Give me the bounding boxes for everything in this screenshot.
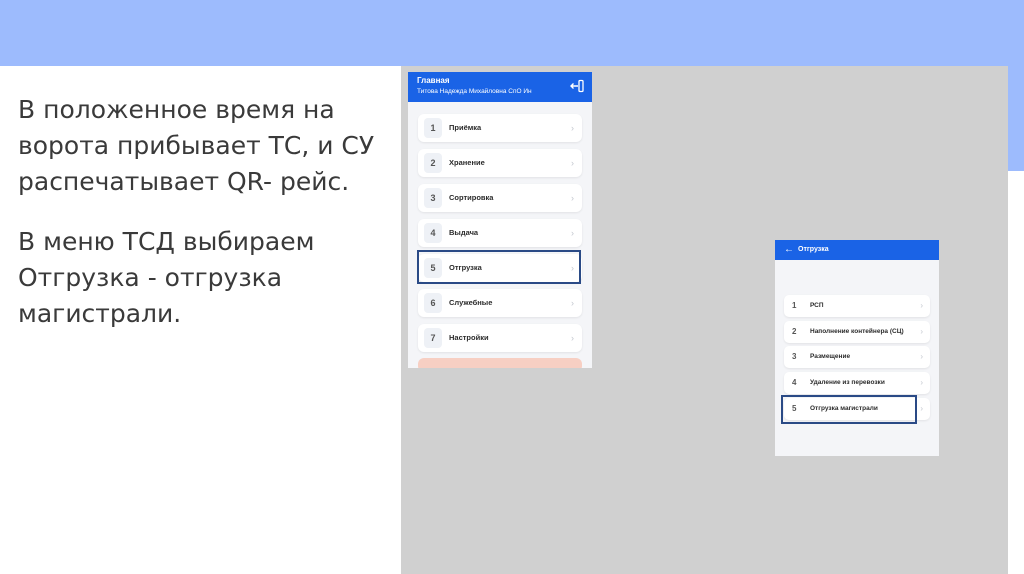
submenu-item-number: 2 — [792, 327, 797, 336]
chevron-right-icon: › — [571, 298, 574, 308]
highlight-otgruzka-magistrali — [781, 395, 917, 424]
submenu-item-label: Удаление из перевозки — [810, 379, 885, 386]
menu-item-label: Настройки — [449, 333, 489, 342]
chevron-right-icon: › — [920, 378, 923, 387]
menu-item-number: 1 — [424, 118, 442, 138]
chevron-right-icon: › — [571, 123, 574, 133]
menu-item-sluzhebnye[interactable]: 6 Служебные › — [418, 289, 582, 317]
arrow-left-icon[interactable]: ← — [784, 242, 794, 258]
menu-item-label: Приёмка — [449, 123, 482, 132]
slide-paragraph-1: В положенное время на ворота прибывает Т… — [18, 95, 375, 196]
menu-item-label: Выдача — [449, 228, 479, 237]
menu-item-number: 4 — [424, 223, 442, 243]
bottom-button-partial[interactable] — [418, 358, 582, 368]
menu-item-number: 6 — [424, 293, 442, 313]
submenu-item-napolnenie[interactable]: 2 Наполнение контейнера (СЦ) › — [784, 321, 930, 343]
menu-item-label: Хранение — [449, 158, 485, 167]
shipping-title: Отгрузка — [798, 246, 829, 253]
menu-item-number: 2 — [424, 153, 442, 173]
submenu-item-label: РСП — [810, 302, 824, 309]
submenu-item-number: 4 — [792, 378, 797, 387]
shipping-header: ← Отгрузка — [775, 240, 939, 260]
user-name: Титова Надежда Михайловна СпО Ин — [417, 88, 532, 95]
decorative-strip — [1008, 66, 1024, 171]
menu-item-label: Сортировка — [449, 193, 494, 202]
chevron-right-icon: › — [920, 327, 923, 336]
menu-item-number: 3 — [424, 188, 442, 208]
menu-item-label: Служебные — [449, 298, 493, 307]
chevron-right-icon: › — [571, 193, 574, 203]
slide-paragraph-2: В меню ТСД выбираем Отгрузка - отгрузка … — [18, 227, 315, 328]
menu-item-nastroyki[interactable]: 7 Настройки › — [418, 324, 582, 352]
main-header: Главная Титова Надежда Михайловна СпО Ин — [408, 72, 592, 102]
submenu-item-rsp[interactable]: 1 РСП › — [784, 295, 930, 317]
submenu-item-number: 1 — [792, 301, 797, 310]
top-banner — [0, 0, 1024, 66]
submenu-item-udalenie[interactable]: 4 Удаление из перевозки › — [784, 372, 930, 394]
chevron-right-icon: › — [920, 352, 923, 361]
highlight-otgruzka — [417, 250, 581, 284]
menu-item-number: 7 — [424, 328, 442, 348]
menu-item-vydacha[interactable]: 4 Выдача › — [418, 219, 582, 247]
menu-item-hranenie[interactable]: 2 Хранение › — [418, 149, 582, 177]
chevron-right-icon: › — [920, 404, 923, 413]
chevron-right-icon: › — [571, 158, 574, 168]
chevron-right-icon: › — [571, 228, 574, 238]
tsd-main-screen: Главная Титова Надежда Михайловна СпО Ин… — [408, 72, 592, 368]
submenu-item-label: Размещение — [810, 353, 851, 360]
submenu-item-label: Наполнение контейнера (СЦ) — [810, 328, 904, 335]
chevron-right-icon: › — [571, 333, 574, 343]
submenu-item-number: 3 — [792, 352, 797, 361]
menu-item-priemka[interactable]: 1 Приёмка › — [418, 114, 582, 142]
logout-icon[interactable] — [570, 79, 584, 93]
submenu-item-razmeshchenie[interactable]: 3 Размещение › — [784, 346, 930, 368]
main-title: Главная — [417, 76, 450, 85]
chevron-right-icon: › — [920, 301, 923, 310]
menu-item-sortirovka[interactable]: 3 Сортировка › — [418, 184, 582, 212]
